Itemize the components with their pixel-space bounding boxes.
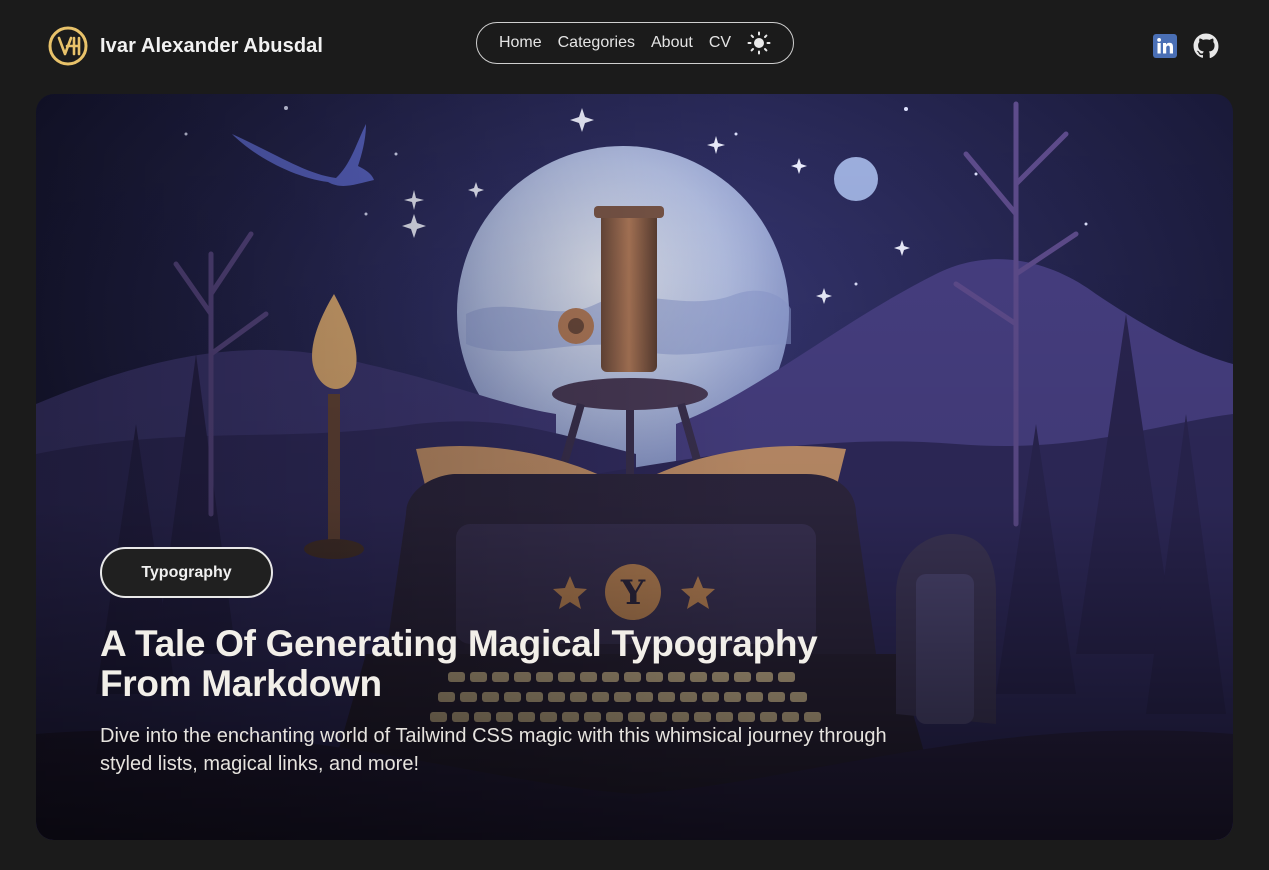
nav-categories[interactable]: Categories	[558, 34, 635, 52]
nav-about[interactable]: About	[651, 34, 693, 52]
github-link[interactable]	[1193, 33, 1219, 59]
article-title[interactable]: A Tale Of Generating Magical Typography …	[100, 624, 900, 704]
brand[interactable]: Ivar Alexander Abusdal	[48, 26, 323, 66]
category-tag-button[interactable]: Typography	[100, 547, 273, 598]
sun-icon[interactable]	[747, 31, 771, 55]
article-subtitle: Dive into the enchanting world of Tailwi…	[100, 725, 887, 775]
main-nav: Home Categories About CV	[476, 22, 794, 64]
hero-content: Typography A Tale Of Generating Magical …	[100, 547, 900, 778]
nav-home[interactable]: Home	[499, 34, 542, 52]
site-name[interactable]: Ivar Alexander Abusdal	[100, 35, 323, 58]
linkedin-icon[interactable]	[1153, 34, 1177, 58]
social-links	[1153, 33, 1219, 59]
hero-banner[interactable]: Y Typography A Tale Of Generating Magica…	[36, 94, 1233, 840]
nav-cv[interactable]: CV	[709, 34, 731, 52]
github-icon[interactable]	[1193, 33, 1219, 59]
linkedin-link[interactable]	[1153, 34, 1177, 58]
monogram-logo-icon[interactable]	[48, 26, 88, 66]
